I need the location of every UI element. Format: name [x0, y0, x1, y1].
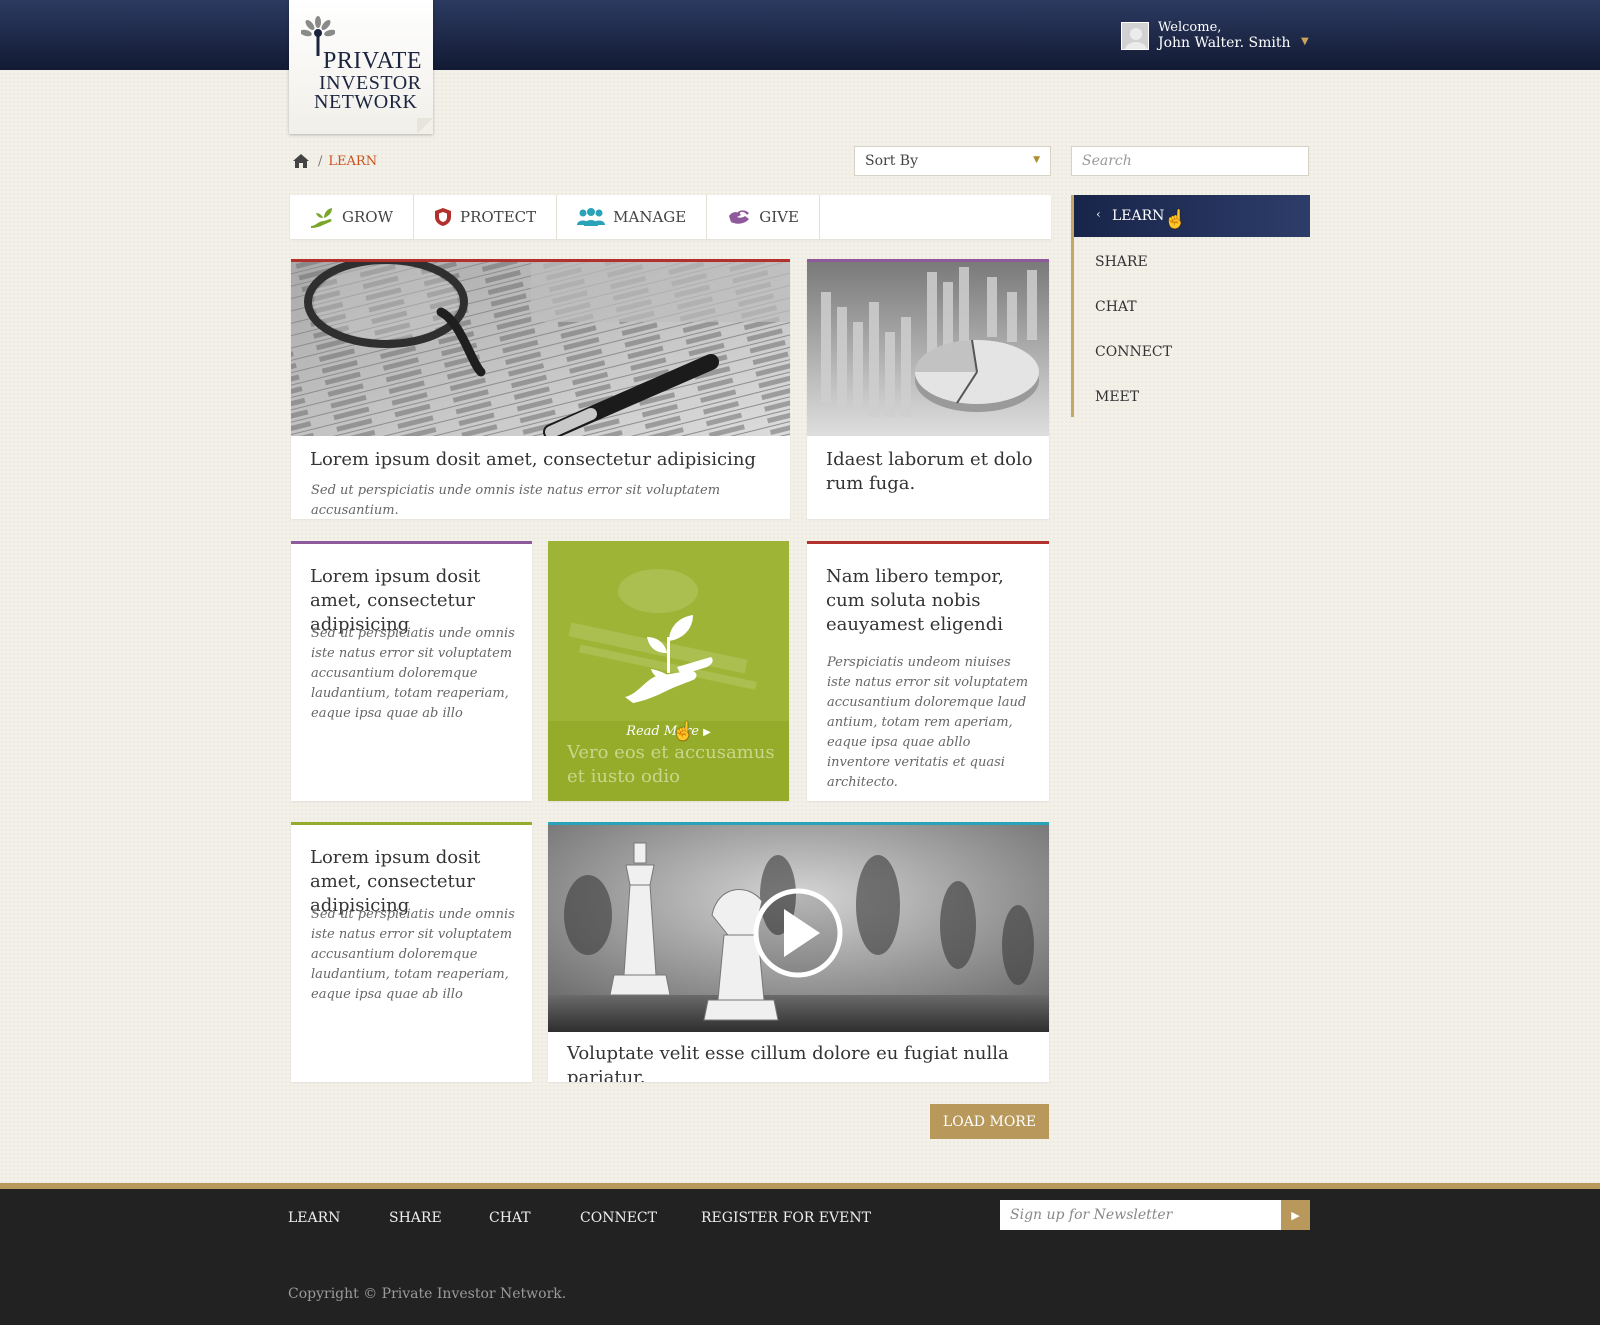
user-name: John Walter. Smith	[1158, 35, 1291, 51]
card-title: Vero eos et accusamus et iusto odio	[567, 742, 775, 787]
featured-grow-card[interactable]: Read More ▶ Vero eos et accusamus et ius…	[548, 541, 789, 801]
chevron-down-icon: ▼	[1033, 155, 1040, 165]
card-title[interactable]: Nam libero tempor, cum soluta nobis eauy…	[826, 565, 1041, 637]
card-accent-bar	[291, 541, 532, 544]
article-card[interactable]: Nam libero tempor, cum soluta nobis eauy…	[807, 541, 1049, 801]
play-arrow-icon: ▶	[703, 727, 711, 738]
welcome-text: Welcome,	[1158, 20, 1222, 35]
heart-hands-icon	[729, 210, 750, 224]
top-bar	[0, 0, 1600, 70]
pie-chart-image	[807, 262, 1049, 436]
shield-icon	[435, 208, 451, 226]
card-accent-bar	[807, 541, 1049, 544]
side-nav-item-chat[interactable]: CHAT	[1095, 299, 1137, 315]
play-icon[interactable]	[753, 887, 843, 977]
chevron-left-icon: ‹	[1096, 207, 1101, 221]
tab-manage-label: MANAGE	[613, 208, 687, 226]
chevron-down-icon[interactable]: ▼	[1301, 36, 1309, 47]
glasses-spreadsheet-image	[291, 262, 790, 436]
article-card[interactable]: Lorem ipsum dosit amet, consectetur adip…	[291, 822, 532, 1082]
card-title[interactable]: Lorem ipsum dosit amet, consectetur adip…	[310, 448, 780, 472]
article-card[interactable]: Idaest laborum et dolo rum fuga.	[807, 259, 1049, 519]
logo-page-fold	[417, 118, 433, 134]
tab-give[interactable]: GIVE	[707, 195, 820, 239]
side-nav-item-meet[interactable]: MEET	[1095, 389, 1139, 405]
tab-protect-label: PROTECT	[460, 208, 537, 226]
video-card[interactable]: Voluptate velit esse cillum dolore eu fu…	[548, 822, 1049, 1082]
sprout-hand-icon	[311, 208, 332, 228]
article-card[interactable]: Lorem ipsum dosit amet, consectetur adip…	[291, 541, 532, 801]
tab-grow[interactable]: GROW	[290, 195, 414, 239]
article-card[interactable]: Lorem ipsum dosit amet, consectetur adip…	[291, 259, 790, 519]
copyright-text: Copyright © Private Investor Network.	[288, 1286, 567, 1302]
category-tabs: GROW PROTECT MANAGE GIVE	[290, 195, 1051, 239]
chess-video-thumbnail[interactable]	[548, 825, 1049, 1032]
footer-link-share[interactable]: SHARE	[389, 1210, 442, 1226]
footer-link-register[interactable]: REGISTER FOR EVENT	[701, 1210, 871, 1226]
logo-text-private: PRIVATE	[323, 48, 423, 74]
people-icon	[577, 208, 606, 226]
user-menu[interactable]: Welcome, John Walter. Smith ▼	[1121, 20, 1311, 52]
tab-give-label: GIVE	[759, 208, 799, 226]
side-nav-item-share[interactable]: SHARE	[1095, 254, 1148, 270]
card-excerpt: Sed ut perspiciatis unde omnis iste natu…	[311, 483, 721, 518]
sort-label: Sort By	[865, 153, 918, 169]
footer-link-chat[interactable]: CHAT	[489, 1210, 531, 1226]
hand-cursor-icon: ☝	[1164, 209, 1187, 230]
card-title[interactable]: Idaest laborum et dolo rum fuga.	[826, 448, 1036, 496]
newsletter-input[interactable]	[1000, 1200, 1281, 1230]
card-accent-bar	[291, 822, 532, 825]
home-icon[interactable]	[292, 153, 310, 169]
sprout-hand-icon	[625, 615, 713, 703]
search-input[interactable]	[1071, 146, 1309, 176]
side-nav-item-connect[interactable]: CONNECT	[1095, 344, 1172, 360]
card-excerpt: Perspiciatis undeom niuises iste natus e…	[827, 655, 1029, 790]
tab-protect[interactable]: PROTECT	[414, 195, 558, 239]
footer-link-connect[interactable]: CONNECT	[580, 1210, 657, 1226]
tab-manage[interactable]: MANAGE	[557, 195, 708, 239]
load-more-button[interactable]: LOAD MORE	[930, 1104, 1049, 1139]
logo-text-network: NETWORK	[314, 91, 418, 113]
site-logo[interactable]: PRIVATE INVESTOR NETWORK	[289, 0, 433, 134]
arrow-right-icon: ▶	[1291, 1209, 1300, 1222]
avatar	[1121, 22, 1149, 50]
side-nav-item-learn[interactable]: ‹ LEARN ☝	[1074, 195, 1310, 237]
footer-link-learn[interactable]: LEARN	[288, 1210, 340, 1226]
newsletter-submit-button[interactable]: ▶	[1281, 1200, 1310, 1230]
sort-dropdown[interactable]: Sort By ▼	[854, 146, 1051, 176]
breadcrumb-current[interactable]: LEARN	[328, 154, 377, 169]
card-title[interactable]: Voluptate velit esse cillum dolore eu fu…	[567, 1042, 1037, 1082]
read-more-link[interactable]: Read More ▶	[548, 724, 789, 739]
breadcrumb: / LEARN	[292, 151, 377, 171]
card-excerpt: Sed ut perspiciatis unde omnis iste natu…	[311, 907, 515, 1002]
tab-grow-label: GROW	[342, 208, 393, 226]
card-excerpt: Sed ut perspiciatis unde omnis iste natu…	[311, 626, 515, 721]
